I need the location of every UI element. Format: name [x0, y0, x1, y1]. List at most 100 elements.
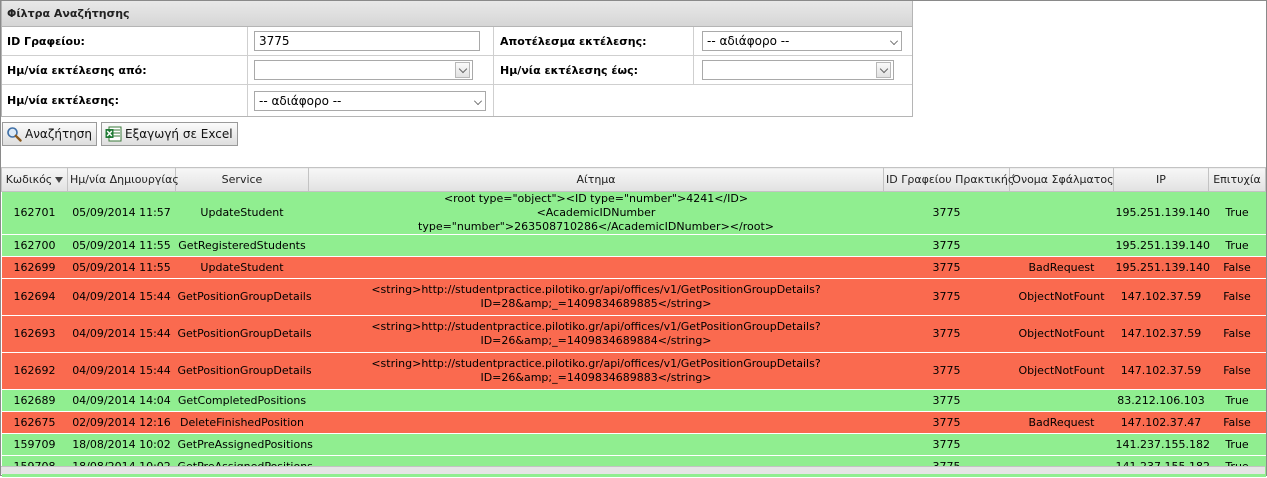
- cell-success: True: [1208, 191, 1266, 235]
- cell-code: 162700: [1, 234, 68, 257]
- filter-panel-title: Φίλτρα Αναζήτησης: [2, 1, 912, 27]
- exec-date-select[interactable]: -- αδιάφορο --: [254, 90, 486, 111]
- column-header-error-name[interactable]: Όνομα Σφάλματος: [1009, 167, 1114, 192]
- table-row[interactable]: 162689 04/09/2014 14:04 GetCompletedPosi…: [1, 389, 1266, 412]
- result-select[interactable]: -- αδιάφορο --: [702, 31, 902, 51]
- cell-ip: 195.251.139.140: [1113, 256, 1210, 279]
- cell-ip: 83.212.106.103: [1113, 389, 1209, 412]
- cell-office-id: 3775: [883, 234, 1010, 257]
- cell-created-date: 04/09/2014 14:04: [67, 389, 176, 412]
- cell-request: [308, 234, 884, 257]
- cell-created-date: 18/08/2014 10:02: [67, 433, 176, 456]
- filter-row-dates: Ημ/νία εκτέλεσης από: Ημ/νία εκτέλεσης έ…: [2, 56, 912, 85]
- office-id-input[interactable]: 3775: [254, 31, 480, 51]
- export-excel-button[interactable]: Εξαγωγή σε Excel: [101, 122, 238, 146]
- cell-success: False: [1208, 278, 1266, 316]
- cell-success: True: [1208, 389, 1266, 412]
- cell-code: 162692: [1, 352, 68, 390]
- cell-office-id: 3775: [883, 256, 1010, 279]
- cell-office-id: 3775: [883, 411, 1010, 434]
- result-cell: -- αδιάφορο --: [694, 27, 912, 55]
- column-header-ip[interactable]: IP: [1113, 167, 1209, 192]
- cell-ip: 195.251.139.140: [1113, 191, 1210, 235]
- cell-office-id: 3775: [883, 315, 1010, 353]
- date-to-dropdown-button[interactable]: [876, 62, 891, 78]
- date-from-dropdown-button[interactable]: [455, 62, 470, 78]
- table-row[interactable]: 162693 04/09/2014 15:44 GetPositionGroup…: [1, 315, 1266, 353]
- cell-request: [308, 411, 884, 434]
- grid-footer: [1, 466, 1265, 474]
- cell-error-name: [1009, 234, 1114, 257]
- cell-success: False: [1208, 352, 1266, 390]
- cell-code: 162689: [1, 389, 68, 412]
- cell-created-date: 05/09/2014 11:55: [67, 256, 176, 279]
- cell-success: False: [1208, 256, 1266, 279]
- column-header-created-date[interactable]: Ημ/νία Δημιουργίας: [67, 167, 179, 192]
- table-row[interactable]: 162675 02/09/2014 12:16 DeleteFinishedPo…: [1, 411, 1266, 434]
- table-row[interactable]: 162701 05/09/2014 11:57 UpdateStudent <r…: [1, 191, 1266, 235]
- toolbar: Αναζήτηση Εξαγωγή σε Excel: [2, 122, 238, 146]
- column-header-service[interactable]: Service: [175, 167, 309, 192]
- cell-service: GetPositionGroupDetails: [175, 278, 312, 316]
- cell-error-name: ObjectNotFount: [1009, 315, 1114, 353]
- cell-request: [308, 256, 884, 279]
- date-from-picker[interactable]: [254, 60, 473, 80]
- table-row[interactable]: 159709 18/08/2014 10:02 GetPreAssignedPo…: [1, 433, 1266, 456]
- cell-success: False: [1208, 411, 1266, 434]
- date-to-cell: [694, 56, 912, 84]
- column-header-office-id[interactable]: ID Γραφείου Πρακτικής: [883, 167, 1014, 192]
- cell-created-date: 02/09/2014 12:16: [67, 411, 176, 434]
- sort-desc-icon: [55, 177, 64, 183]
- cell-error-name: [1009, 433, 1114, 456]
- chevron-down-icon: [474, 96, 482, 105]
- cell-service: DeleteFinishedPosition: [175, 411, 309, 434]
- cell-success: False: [1208, 315, 1266, 353]
- date-to-picker[interactable]: [702, 60, 894, 80]
- table-row[interactable]: 162699 05/09/2014 11:55 UpdateStudent 37…: [1, 256, 1266, 279]
- empty-filter-cell: [494, 85, 912, 116]
- cell-created-date: 05/09/2014 11:57: [67, 191, 176, 235]
- cell-service: GetPositionGroupDetails: [175, 352, 312, 390]
- column-header-request[interactable]: Αίτημα: [308, 167, 884, 192]
- table-row[interactable]: 162700 05/09/2014 11:55 GetRegisteredStu…: [1, 234, 1266, 257]
- table-row[interactable]: 162692 04/09/2014 15:44 GetPositionGroup…: [1, 352, 1266, 390]
- cell-error-name: [1009, 191, 1114, 235]
- cell-ip: 147.102.37.59: [1113, 352, 1209, 390]
- cell-service: GetPositionGroupDetails: [175, 315, 312, 353]
- cell-code: 162694: [1, 278, 68, 316]
- cell-request: <root type="object"><ID type="number">42…: [308, 191, 884, 235]
- office-id-label: ID Γραφείου:: [2, 27, 248, 55]
- cell-service: GetPreAssignedPositions: [175, 433, 313, 456]
- magnifier-icon: [6, 126, 22, 142]
- grid-header-row: Κωδικός Ημ/νία Δημιουργίας Service Αίτημ…: [1, 167, 1266, 192]
- cell-office-id: 3775: [883, 191, 1010, 235]
- cell-office-id: 3775: [883, 278, 1010, 316]
- cell-ip: 147.102.37.47: [1113, 411, 1209, 434]
- cell-ip: 147.102.37.59: [1113, 315, 1209, 353]
- cell-ip: 195.251.139.140: [1113, 234, 1210, 257]
- cell-created-date: 05/09/2014 11:55: [67, 234, 176, 257]
- exec-date-select-value: -- αδιάφορο --: [259, 93, 342, 108]
- cell-error-name: BadRequest: [1009, 256, 1114, 279]
- column-header-code[interactable]: Κωδικός: [1, 167, 68, 192]
- exec-date-cell: -- αδιάφορο --: [248, 85, 494, 116]
- cell-request: <string>http://studentpractice.pilotiko.…: [308, 278, 884, 316]
- office-id-cell: 3775: [248, 27, 494, 55]
- column-header-success[interactable]: Επιτυχία: [1208, 167, 1266, 192]
- cell-code: 159709: [1, 433, 68, 456]
- excel-icon: [105, 126, 122, 142]
- filter-row-exec-date: Ημ/νία εκτέλεσης: -- αδιάφορο --: [2, 85, 912, 116]
- date-to-label: Ημ/νία εκτέλεσης έως:: [494, 56, 694, 84]
- cell-ip: 147.102.37.59: [1113, 278, 1209, 316]
- cell-created-date: 04/09/2014 15:44: [67, 278, 176, 316]
- cell-office-id: 3775: [883, 389, 1010, 412]
- cell-created-date: 04/09/2014 15:44: [67, 315, 176, 353]
- cell-code: 162693: [1, 315, 68, 353]
- cell-code: 162699: [1, 256, 68, 279]
- result-label: Αποτέλεσμα εκτέλεσης:: [494, 27, 694, 55]
- exec-date-label: Ημ/νία εκτέλεσης:: [2, 85, 248, 116]
- table-row[interactable]: 162694 04/09/2014 15:44 GetPositionGroup…: [1, 278, 1266, 316]
- cell-success: True: [1208, 234, 1266, 257]
- search-button[interactable]: Αναζήτηση: [2, 122, 97, 146]
- cell-created-date: 04/09/2014 15:44: [67, 352, 176, 390]
